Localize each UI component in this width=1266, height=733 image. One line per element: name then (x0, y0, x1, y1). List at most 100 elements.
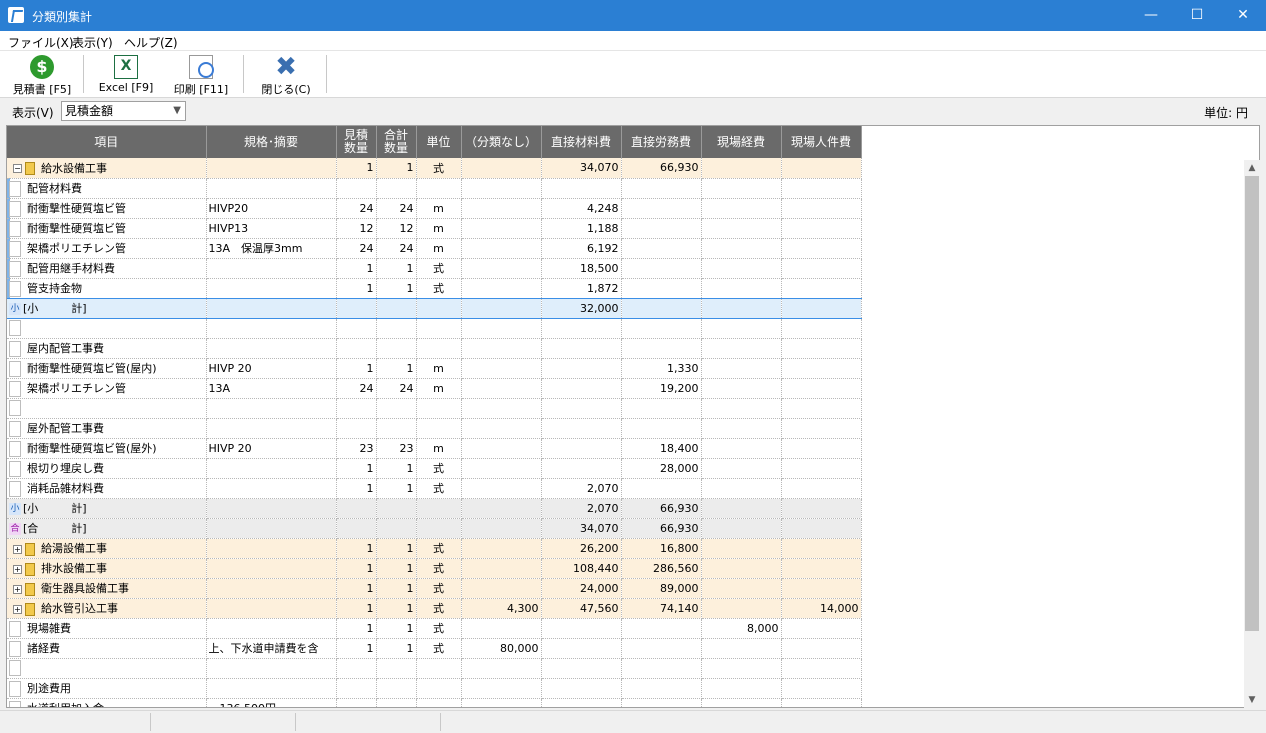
cell-c1[interactable] (541, 698, 622, 707)
cell-c1[interactable]: 34,070 (541, 518, 622, 539)
cell-spec[interactable] (206, 418, 337, 439)
item-name-cell[interactable]: 架橋ポリエチレン管 (7, 238, 207, 259)
item-name-cell[interactable]: 耐衝撃性硬質塩ビ管 (7, 198, 207, 219)
cell-c2[interactable] (621, 418, 702, 439)
cell-c0[interactable] (461, 538, 542, 559)
cell-c3[interactable] (701, 278, 782, 299)
item-name-cell[interactable]: + 衛生器具設備工事 (7, 578, 207, 599)
cell-q1[interactable] (336, 698, 377, 707)
cell-q2[interactable]: 1 (376, 478, 417, 499)
cell-c0[interactable] (461, 458, 542, 479)
cell-c3[interactable] (701, 378, 782, 399)
cell-c4[interactable] (781, 178, 862, 199)
item-name-cell[interactable]: + 排水設備工事 (7, 558, 207, 579)
cell-q1[interactable]: 24 (336, 238, 377, 259)
item-name-cell[interactable]: 消耗品雑材料費 (7, 478, 207, 499)
column-header[interactable]: （分類なし） (461, 126, 542, 158)
table-row[interactable] (7, 658, 862, 679)
cell-c3[interactable] (701, 318, 782, 339)
cell-q1[interactable]: 1 (336, 578, 377, 599)
cell-c3[interactable] (701, 258, 782, 279)
cell-c3[interactable] (701, 678, 782, 699)
cell-unit[interactable]: m (416, 358, 462, 379)
cell-q1[interactable]: 1 (336, 618, 377, 639)
cell-q1[interactable] (336, 178, 377, 199)
cell-q1[interactable]: 1 (336, 638, 377, 659)
cell-q1[interactable]: 23 (336, 438, 377, 459)
cell-c2[interactable] (621, 678, 702, 699)
table-row[interactable]: 屋内配管工事費 (7, 338, 862, 359)
cell-spec[interactable] (206, 518, 337, 539)
cell-c0[interactable] (461, 318, 542, 339)
table-row[interactable]: 水道利用加入金 136,500円 (7, 698, 862, 707)
column-header[interactable]: 項目 (7, 126, 207, 158)
cell-unit[interactable] (416, 338, 462, 359)
cell-c3[interactable] (701, 338, 782, 359)
item-name-cell[interactable] (7, 398, 207, 419)
cell-c0[interactable] (461, 698, 542, 707)
cell-c0[interactable] (461, 418, 542, 439)
item-name-cell[interactable]: 管支持金物 (7, 278, 207, 299)
table-row[interactable]: 耐衝撃性硬質塩ビ管 HIVP20 24 24 m 4,248 (7, 198, 862, 219)
print-button[interactable]: 印刷 [F11] (168, 55, 234, 97)
cell-c0[interactable] (461, 518, 542, 539)
cell-c4[interactable] (781, 678, 862, 699)
column-header[interactable]: 直接材料費 (541, 126, 622, 158)
cell-c3[interactable] (701, 238, 782, 259)
close-window-button[interactable]: ✕ (1220, 0, 1266, 31)
cell-c4[interactable] (781, 618, 862, 639)
close-button[interactable]: ✖ 閉じる(C) (256, 54, 316, 97)
item-name-cell[interactable]: 小 [小 計] (7, 297, 207, 319)
cell-c0[interactable] (461, 438, 542, 459)
cell-q1[interactable] (336, 338, 377, 359)
cell-c4[interactable] (781, 578, 862, 599)
cell-c1[interactable]: 2,070 (541, 498, 622, 519)
item-name-cell[interactable]: 耐衝撃性硬質塩ビ管(屋外) (7, 438, 207, 459)
cell-spec[interactable]: HIVP13 (206, 218, 337, 239)
cell-c4[interactable] (781, 558, 862, 579)
cell-q2[interactable] (376, 297, 417, 319)
cell-spec[interactable] (206, 598, 337, 619)
cell-unit[interactable] (416, 498, 462, 519)
cell-c0[interactable] (461, 278, 542, 299)
cell-q1[interactable]: 1 (336, 358, 377, 379)
cell-c2[interactable] (621, 218, 702, 239)
cell-c1[interactable]: 4,248 (541, 198, 622, 219)
cell-unit[interactable]: 式 (416, 158, 462, 179)
cell-c3[interactable] (701, 158, 782, 179)
table-row[interactable] (7, 398, 862, 419)
cell-q2[interactable]: 24 (376, 378, 417, 399)
cell-q2[interactable] (376, 678, 417, 699)
cell-c4[interactable] (781, 378, 862, 399)
cell-unit[interactable] (416, 658, 462, 679)
cell-c3[interactable] (701, 358, 782, 379)
cell-c0[interactable] (461, 478, 542, 499)
cell-q2[interactable]: 1 (376, 538, 417, 559)
cell-c2[interactable]: 1,330 (621, 358, 702, 379)
column-header[interactable]: 規格･摘要 (206, 126, 337, 158)
cell-q1[interactable] (336, 498, 377, 519)
cell-q2[interactable]: 1 (376, 578, 417, 599)
cell-c4[interactable] (781, 358, 862, 379)
cell-c0[interactable] (461, 498, 542, 519)
cell-c2[interactable] (621, 478, 702, 499)
cell-unit[interactable]: 式 (416, 598, 462, 619)
cell-c3[interactable] (701, 458, 782, 479)
cell-c3[interactable] (701, 198, 782, 219)
cell-unit[interactable]: m (416, 378, 462, 399)
cell-unit[interactable]: 式 (416, 638, 462, 659)
cell-c3[interactable] (701, 438, 782, 459)
column-header[interactable]: 合計 数量 (376, 126, 417, 158)
cell-q1[interactable]: 24 (336, 198, 377, 219)
cell-q2[interactable]: 1 (376, 598, 417, 619)
menu-view[interactable]: 表示(Y) (72, 34, 113, 51)
scroll-up-icon[interactable]: ▲ (1244, 160, 1260, 176)
cell-q1[interactable]: 1 (336, 478, 377, 499)
cell-c2[interactable] (621, 638, 702, 659)
cell-unit[interactable] (416, 178, 462, 199)
cell-unit[interactable]: m (416, 438, 462, 459)
cell-c2[interactable] (621, 278, 702, 299)
cell-c2[interactable] (621, 258, 702, 279)
cell-spec[interactable]: HIVP 20 (206, 358, 337, 379)
table-row[interactable]: + 給水管引込工事 1 1 式 4,300 47,560 74,140 14,000 (7, 598, 862, 619)
